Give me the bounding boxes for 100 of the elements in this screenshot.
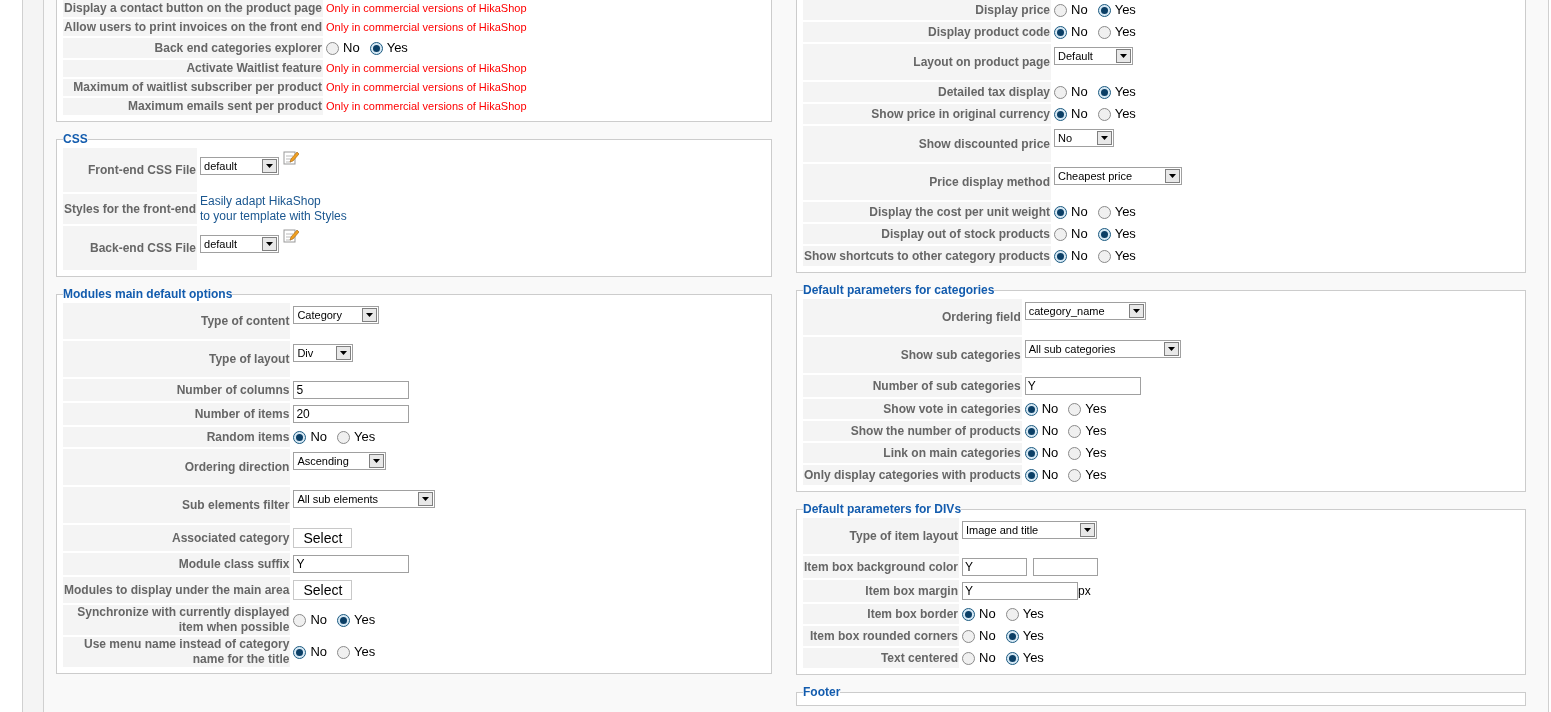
radio-button[interactable] bbox=[1068, 424, 1082, 438]
radio-label[interactable]: No bbox=[979, 604, 996, 624]
radio-button[interactable] bbox=[1097, 205, 1111, 219]
commercial-notice: Only in commercial versions of HikaShop bbox=[326, 99, 527, 115]
dropdown[interactable]: Image and title bbox=[962, 521, 1098, 539]
radio-button[interactable] bbox=[1068, 446, 1082, 460]
radio-button[interactable] bbox=[1097, 85, 1111, 99]
radio-button[interactable] bbox=[1054, 3, 1068, 17]
radio-button[interactable] bbox=[369, 41, 383, 55]
radio-button[interactable] bbox=[1054, 25, 1068, 39]
text-field[interactable]: Y bbox=[962, 558, 1028, 576]
radio-button[interactable] bbox=[1054, 107, 1068, 121]
radio-label[interactable]: No bbox=[1071, 202, 1088, 222]
radio-label[interactable]: Yes bbox=[1114, 202, 1136, 222]
radio-button[interactable] bbox=[1097, 107, 1111, 121]
radio-label[interactable]: Yes bbox=[1022, 626, 1044, 646]
dropdown[interactable]: Div bbox=[293, 344, 354, 362]
radio-label[interactable]: Yes bbox=[1085, 399, 1107, 419]
select-button[interactable]: Select bbox=[293, 528, 353, 548]
radio-button[interactable] bbox=[1024, 468, 1038, 482]
commercial-notice: Only in commercial versions of HikaShop bbox=[326, 80, 527, 96]
radio-label[interactable]: No bbox=[1071, 22, 1088, 42]
edit-document-icon[interactable] bbox=[283, 149, 299, 165]
radio-label[interactable]: Yes bbox=[354, 610, 376, 630]
dropdown[interactable]: Ascending bbox=[293, 452, 387, 470]
text-field[interactable] bbox=[1033, 558, 1099, 576]
radio-label[interactable]: Yes bbox=[1114, 104, 1136, 124]
radio-label[interactable]: No bbox=[979, 626, 996, 646]
radio-button[interactable] bbox=[1005, 629, 1019, 643]
radio-label[interactable]: No bbox=[310, 610, 327, 630]
radio-label[interactable]: Yes bbox=[1085, 465, 1107, 485]
styles-link[interactable]: Easily adapt HikaShop to your template with Styles bbox=[200, 194, 347, 224]
text-field[interactable]: Y bbox=[1024, 377, 1141, 395]
field-label: Synchronize with currently displayed item when possible bbox=[77, 605, 290, 634]
radio-button[interactable] bbox=[337, 430, 350, 444]
radio-button[interactable] bbox=[337, 613, 350, 627]
radio-button[interactable] bbox=[1097, 3, 1111, 17]
radio-label[interactable]: No bbox=[1041, 399, 1059, 419]
radio-label[interactable]: Yes bbox=[1085, 421, 1107, 441]
dropdown[interactable]: category_name bbox=[1024, 302, 1146, 320]
radio-button[interactable] bbox=[1097, 25, 1111, 39]
dropdown[interactable]: No bbox=[1054, 129, 1115, 147]
radio-label[interactable]: Yes bbox=[1114, 22, 1136, 42]
radio-label[interactable]: No bbox=[1041, 465, 1059, 485]
radio-label[interactable]: No bbox=[1071, 82, 1088, 102]
radio-button[interactable] bbox=[293, 645, 307, 659]
radio-button[interactable] bbox=[1097, 249, 1111, 263]
text-field[interactable]: Y bbox=[962, 582, 1079, 600]
radio-button[interactable] bbox=[293, 613, 307, 627]
radio-button[interactable] bbox=[1024, 424, 1038, 438]
dropdown[interactable]: All sub categories bbox=[1024, 340, 1181, 358]
radio-label[interactable]: Yes bbox=[1114, 246, 1136, 266]
radio-button[interactable] bbox=[962, 607, 976, 621]
radio-button[interactable] bbox=[1024, 446, 1038, 460]
radio-label[interactable]: Yes bbox=[386, 38, 408, 58]
radio-label[interactable]: No bbox=[1041, 421, 1059, 441]
dropdown[interactable]: All sub elements bbox=[293, 490, 436, 508]
radio-button[interactable] bbox=[962, 651, 976, 665]
radio-label[interactable]: Yes bbox=[1022, 648, 1044, 668]
radio-button[interactable] bbox=[1068, 468, 1082, 482]
radio-label[interactable]: Yes bbox=[354, 642, 376, 662]
field-label: Link on main categories bbox=[883, 445, 1021, 460]
radio-button[interactable] bbox=[1054, 85, 1068, 99]
text-field[interactable]: 5 bbox=[293, 381, 410, 399]
text-field[interactable]: 20 bbox=[293, 405, 410, 423]
radio-label[interactable]: Yes bbox=[1114, 82, 1136, 102]
radio-button[interactable] bbox=[962, 629, 976, 643]
radio-button[interactable] bbox=[1054, 227, 1068, 241]
radio-label[interactable]: No bbox=[1071, 246, 1088, 266]
radio-button[interactable] bbox=[1054, 249, 1068, 263]
radio-label[interactable]: Yes bbox=[1085, 443, 1107, 463]
radio-label[interactable]: No bbox=[1041, 443, 1059, 463]
dropdown[interactable]: default bbox=[200, 235, 279, 253]
radio-button[interactable] bbox=[1005, 607, 1019, 621]
dropdown[interactable]: Cheapest price bbox=[1054, 167, 1183, 185]
radio-label[interactable]: No bbox=[343, 38, 360, 58]
radio-label[interactable]: No bbox=[1071, 0, 1088, 20]
radio-button[interactable] bbox=[293, 430, 307, 444]
radio-button[interactable] bbox=[1068, 402, 1082, 416]
radio-label[interactable]: No bbox=[979, 648, 996, 668]
dropdown[interactable]: Category bbox=[293, 306, 380, 324]
radio-button[interactable] bbox=[337, 645, 350, 659]
radio-button[interactable] bbox=[1005, 651, 1019, 665]
edit-document-icon[interactable] bbox=[283, 227, 299, 243]
text-field[interactable]: Y bbox=[293, 555, 410, 573]
radio-button[interactable] bbox=[1097, 227, 1111, 241]
dropdown[interactable]: default bbox=[200, 157, 279, 175]
radio-label[interactable]: No bbox=[1071, 224, 1088, 244]
radio-button[interactable] bbox=[1024, 402, 1038, 416]
dropdown[interactable]: Default bbox=[1054, 47, 1134, 65]
radio-button[interactable] bbox=[326, 41, 340, 55]
radio-label[interactable]: Yes bbox=[1022, 604, 1044, 624]
radio-button[interactable] bbox=[1054, 205, 1068, 219]
radio-label[interactable]: Yes bbox=[1114, 0, 1136, 20]
radio-label[interactable]: Yes bbox=[1114, 224, 1136, 244]
select-button[interactable]: Select bbox=[293, 580, 353, 600]
radio-label[interactable]: Yes bbox=[354, 427, 376, 447]
radio-label[interactable]: No bbox=[310, 427, 327, 447]
radio-label[interactable]: No bbox=[1071, 104, 1088, 124]
radio-label[interactable]: No bbox=[310, 642, 327, 662]
